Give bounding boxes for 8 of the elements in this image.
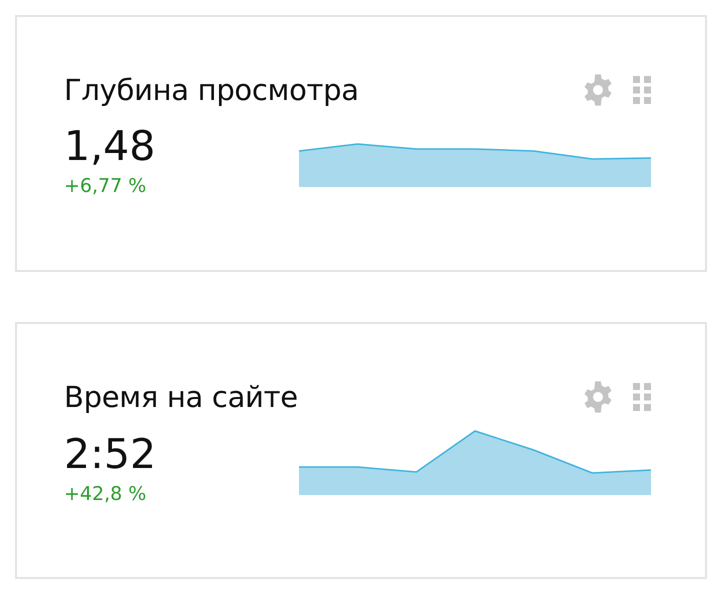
widget-title: Время на сайте [64,380,298,414]
metric-change: +42,8 % [64,483,148,505]
metric-value: 2:52 [64,429,156,479]
metric-value: 1,48 [64,121,156,171]
drag-handle-icon[interactable] [633,76,651,104]
drag-handle-icon[interactable] [633,383,651,411]
widget-title: Глубина просмотра [64,73,359,107]
metric-change: +6,77 % [64,175,148,197]
